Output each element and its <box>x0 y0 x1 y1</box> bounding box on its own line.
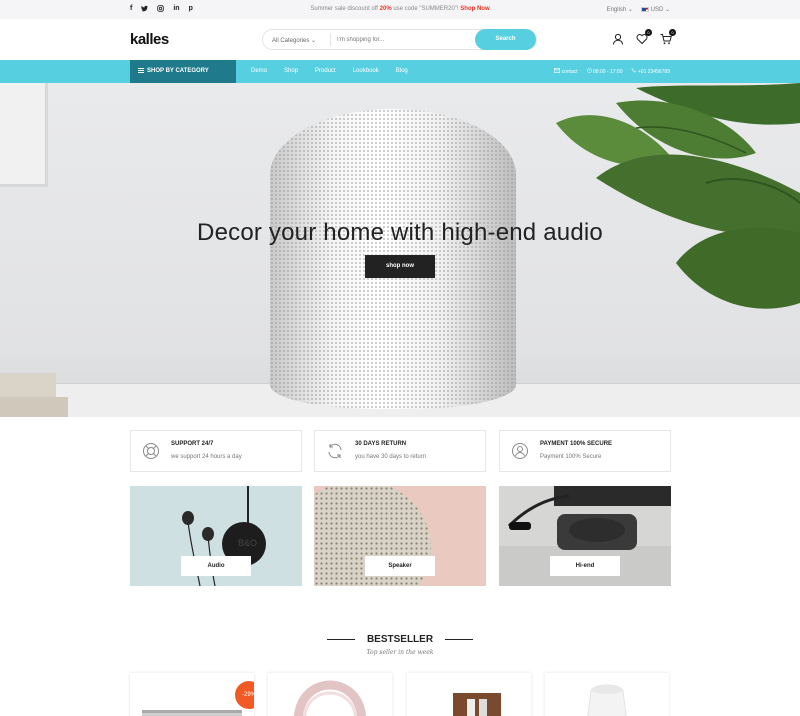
contact-link[interactable]: contact <box>554 68 578 75</box>
book-stack-image <box>0 397 68 417</box>
product-image <box>453 693 501 716</box>
product-card[interactable]: -29% <box>130 673 254 716</box>
nav-menu: Demo Shop Product Lookbook Blog <box>251 68 408 74</box>
product-image <box>294 680 366 716</box>
wishlist-icon[interactable]: 0 <box>636 29 652 45</box>
feature-payment: PAYMENT 100% SECURE Payment 100% Secure <box>499 430 671 472</box>
currency-label: USD ⌄ <box>650 7 670 13</box>
shop-by-category-label: SHOP BY CATEGORY <box>147 68 209 74</box>
opening-hours: 08:00 - 17:00 <box>586 68 623 75</box>
refresh-icon <box>328 443 342 459</box>
phone-icon <box>632 68 637 73</box>
main-nav: SHOP BY CATEGORY Demo Shop Product Lookb… <box>0 60 800 83</box>
book-stack-image <box>0 373 56 397</box>
search-category-select[interactable]: All Categories ⌄ <box>272 37 316 44</box>
search-bar: All Categories ⌄ Search <box>262 29 537 50</box>
promo-shop-now-link[interactable]: Shop Now <box>460 6 489 12</box>
hours-label: 08:00 - 17:00 <box>593 69 623 75</box>
clock-icon <box>586 68 592 73</box>
lifebuoy-icon <box>143 443 159 459</box>
plant-leaves-image <box>556 83 800 309</box>
feature-subtitle: we support 24 hours a day <box>171 454 242 460</box>
category-label: Audio <box>181 556 251 576</box>
feature-title: 30 DAYS RETURN <box>355 441 407 447</box>
search-input[interactable] <box>337 33 467 46</box>
search-divider <box>330 33 331 46</box>
product-image <box>587 684 627 716</box>
mail-icon <box>554 68 561 74</box>
category-card-audio[interactable]: B&O Audio <box>130 486 302 586</box>
feature-subtitle: Payment 100% Secure <box>540 454 602 460</box>
site-logo[interactable]: kalles <box>130 31 169 48</box>
wishlist-count-badge: 0 <box>645 29 652 36</box>
shop-now-button[interactable]: shop now <box>365 255 435 278</box>
locale-switchers: English ⌄ USD ⌄ <box>607 6 670 13</box>
nav-item-shop[interactable]: Shop <box>284 68 298 74</box>
search-button[interactable]: Search <box>475 29 536 50</box>
category-label: Hi-end <box>550 556 620 576</box>
nav-item-demo[interactable]: Demo <box>251 68 267 74</box>
category-label: Speaker <box>365 556 435 576</box>
hero-banner: Decor your home with high-end audio shop… <box>0 83 800 417</box>
nav-contact-info: contact 08:00 - 17:00 +01 23456789 <box>554 68 670 75</box>
user-shield-icon <box>512 443 528 459</box>
cart-icon[interactable]: 0 <box>660 29 676 45</box>
top-bar: f in p Summer sale discount off 20% use … <box>0 0 800 19</box>
nav-item-blog[interactable]: Blog <box>396 68 408 74</box>
shop-by-category-button[interactable]: SHOP BY CATEGORY <box>130 60 236 83</box>
nav-item-product[interactable]: Product <box>315 68 336 74</box>
bestseller-subtitle: Top seller in the week <box>366 649 434 656</box>
account-icon[interactable] <box>612 32 624 45</box>
wall-frame-image <box>0 83 48 187</box>
bestseller-title: BESTSELLER <box>366 634 434 645</box>
header-actions: 0 0 <box>612 29 676 45</box>
site-header: kalles All Categories ⌄ Search 0 0 <box>0 19 800 60</box>
phone-label: +01 23456789 <box>637 69 670 75</box>
feature-subtitle: you have 30 days to return <box>355 454 427 460</box>
feature-support: SUPPORT 24/7 we support 24 hours a day <box>130 430 302 472</box>
phone-link[interactable]: +01 23456789 <box>631 68 670 75</box>
us-flag-icon <box>640 6 649 12</box>
product-card[interactable] <box>268 673 392 716</box>
category-card-hi-end[interactable]: Hi-end <box>499 486 671 586</box>
language-select[interactable]: English ⌄ <box>607 6 633 13</box>
product-card[interactable] <box>545 673 669 716</box>
promo-banner: Summer sale discount off 20% use code "S… <box>0 6 800 12</box>
cart-count-badge: 0 <box>669 29 676 36</box>
product-card[interactable] <box>407 673 531 716</box>
promo-code-text: use code "SUMMER20"! <box>391 6 461 12</box>
promo-text: Summer sale discount off <box>310 6 380 12</box>
nav-item-lookbook[interactable]: Lookbook <box>353 68 379 74</box>
hero-headline: Decor your home with high-end audio <box>197 219 603 246</box>
contact-label: contact <box>561 69 578 75</box>
hamburger-icon <box>138 67 144 73</box>
currency-select[interactable]: USD ⌄ <box>640 6 670 13</box>
category-card-speaker[interactable]: Speaker <box>314 486 486 586</box>
feature-title: SUPPORT 24/7 <box>171 441 214 447</box>
feature-title: PAYMENT 100% SECURE <box>540 441 613 447</box>
svg-text:B&O: B&O <box>238 538 257 548</box>
promo-percent: 20% <box>379 6 392 12</box>
feature-return: 30 DAYS RETURN you have 30 days to retur… <box>314 430 486 472</box>
